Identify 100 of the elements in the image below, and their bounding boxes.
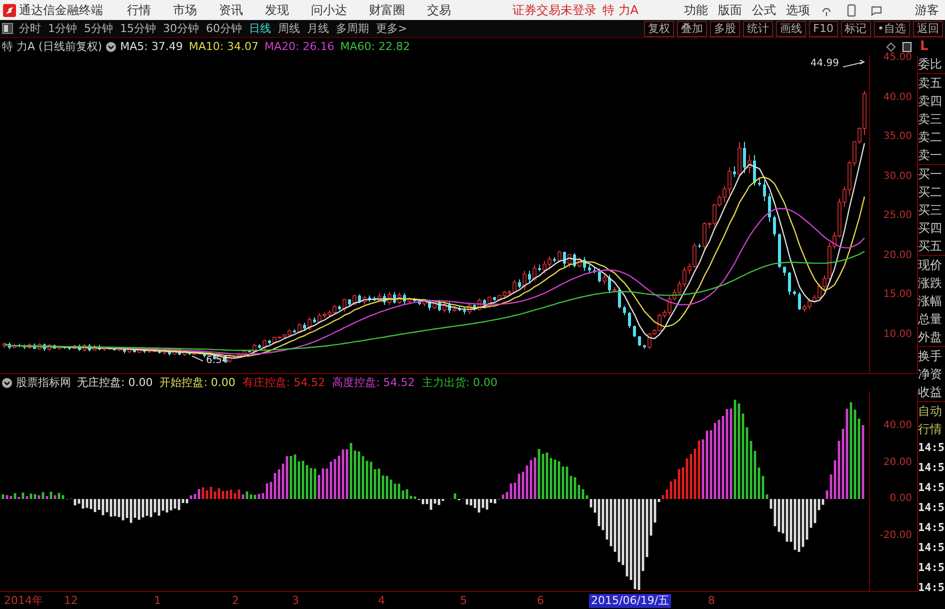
axis-tick-label: 20.00: [883, 456, 912, 468]
indicator-value: 无庄控盘: 0.00: [77, 375, 153, 390]
toolbar-button[interactable]: 复权: [644, 20, 674, 36]
toolbar-button[interactable]: 返回: [913, 20, 943, 36]
message-icon[interactable]: [870, 4, 883, 16]
quote-label: 涨幅: [918, 293, 943, 310]
toolbar-button[interactable]: 多股: [710, 20, 740, 36]
ma-value: MA20: 26.16: [264, 40, 334, 53]
quote-label: 卖四: [918, 93, 943, 110]
dropdown-icon[interactable]: [106, 42, 116, 52]
trade-time: 14:5: [918, 440, 945, 456]
quote-label: 换手: [918, 348, 943, 365]
quote-label: 收益: [918, 383, 945, 402]
menu-item[interactable]: 行情: [127, 2, 151, 18]
toolbar-button[interactable]: 叠加: [677, 20, 708, 36]
quote-label: 买四: [918, 220, 943, 237]
axis-tick-label: 45.00: [883, 52, 912, 64]
menu-item[interactable]: 财富圈: [369, 2, 405, 18]
trade-time: 14:5: [918, 480, 945, 496]
app-logo-icon: [3, 4, 16, 16]
trade-time: 14:5: [918, 560, 945, 576]
high-price-label: 44.99: [810, 58, 839, 69]
ma-value: MA10: 34.07: [188, 40, 259, 53]
diamond-icon[interactable]: [886, 42, 896, 52]
toolbar-button[interactable]: •自选: [874, 20, 910, 36]
date-label: 2014年: [3, 594, 44, 608]
quote-label: 总量: [918, 311, 943, 328]
toolbar-button[interactable]: 标记: [840, 20, 870, 36]
chart-title: 特 力A (日线前复权): [2, 39, 102, 54]
date-label: 3: [291, 594, 300, 608]
period-tab[interactable]: 月线: [307, 21, 329, 36]
user-name[interactable]: 游客: [915, 2, 939, 18]
period-tab[interactable]: 60分钟: [206, 21, 242, 36]
window-icon[interactable]: [902, 42, 912, 52]
trade-time: 14:5: [918, 500, 945, 516]
axis-tick-label: -20.00: [880, 530, 912, 542]
indicator-value: 有庄控盘: 54.52: [242, 375, 326, 390]
axis-tick-label: 40.00: [883, 92, 912, 104]
ma-value: MA60: 22.82: [340, 40, 410, 53]
menu-item[interactable]: 问小达: [311, 2, 347, 18]
quote-label: 卖五: [918, 75, 943, 92]
menu-item[interactable]: 发现: [265, 2, 289, 18]
menu-item[interactable]: 选项: [786, 2, 810, 18]
side-panel-header: L: [919, 38, 930, 55]
dropdown-icon[interactable]: [2, 378, 12, 388]
axis-tick-label: 30.00: [883, 170, 912, 183]
login-status[interactable]: 证券交易未登录: [512, 2, 596, 18]
axis-tick-label: 20.00: [883, 250, 912, 262]
high-price-pointer: [842, 60, 866, 68]
date-label: 5: [459, 594, 468, 608]
period-tab[interactable]: 更多>: [376, 21, 408, 36]
date-label: 6: [536, 594, 545, 608]
toolbar-button[interactable]: F10: [809, 20, 838, 36]
trade-time: 14:5: [918, 460, 945, 476]
menu-item[interactable]: 版面: [718, 2, 742, 18]
phone-icon[interactable]: [845, 4, 858, 16]
app-title: 通达信金融终端: [19, 2, 103, 18]
quote-label: 现价: [918, 257, 943, 274]
menu-item[interactable]: 交易: [427, 2, 451, 18]
period-tab[interactable]: 周线: [278, 21, 300, 36]
quote-label: 净资: [918, 366, 943, 383]
menu-item[interactable]: 功能: [684, 2, 708, 18]
date-label: 4: [377, 594, 386, 608]
ma-value: MA5: 37.49: [120, 40, 183, 53]
quote-label: 买五: [918, 237, 945, 256]
toolbar-button[interactable]: 画线: [776, 20, 806, 36]
mode-label[interactable]: 行情: [918, 420, 945, 438]
mode-label[interactable]: 自动: [918, 402, 945, 420]
quote-label: 买二: [918, 184, 943, 201]
quote-label: 委比: [918, 55, 945, 74]
period-tab[interactable]: 分时: [19, 21, 41, 36]
date-label: 1: [153, 594, 162, 608]
menu-item[interactable]: 资讯: [219, 2, 243, 18]
axis-tick-label: 25.00: [883, 210, 912, 222]
trade-time: 14:5: [918, 540, 945, 556]
quote-label: 卖一: [918, 146, 945, 165]
period-tab[interactable]: 5分钟: [84, 21, 113, 36]
period-tab[interactable]: 日线: [249, 21, 271, 36]
indicator-value: 高度控盘: 54.52: [332, 375, 415, 390]
toolbar-button[interactable]: 统计: [743, 20, 774, 36]
axis-tick-label: 10.00: [883, 328, 912, 341]
date-label: 8: [707, 594, 716, 608]
period-tab[interactable]: 多周期: [336, 21, 369, 36]
axis-tick-label: 35.00: [883, 131, 912, 144]
axis-tick-label: 40.00: [883, 420, 912, 432]
axis-tick-label: 0.00: [890, 493, 912, 505]
date-label: 2: [231, 594, 240, 608]
quote-label: 外盘: [918, 328, 945, 347]
quote-label: 卖三: [918, 111, 943, 128]
indicator-title: 股票指标网: [16, 375, 71, 390]
panel-toggle-icon[interactable]: [2, 23, 13, 34]
quote-label: 涨跌: [918, 275, 943, 292]
period-tab[interactable]: 1分钟: [48, 21, 77, 36]
trade-time: 14:5: [918, 580, 945, 596]
indicator-value: 开始控盘: 0.00: [160, 375, 236, 390]
stock-name: 特 力A: [602, 2, 639, 18]
period-tab[interactable]: 30分钟: [163, 21, 199, 36]
menu-item[interactable]: 市场: [173, 2, 197, 18]
menu-item[interactable]: 公式: [752, 2, 776, 18]
period-tab[interactable]: 15分钟: [120, 21, 156, 36]
